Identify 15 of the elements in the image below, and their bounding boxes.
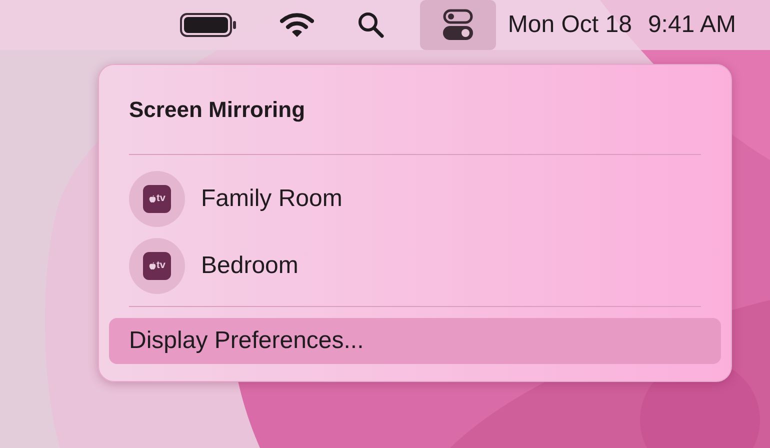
apple-icon xyxy=(148,195,156,203)
tv-badge: tv xyxy=(143,252,171,280)
panel-title: Screen Mirroring xyxy=(129,96,306,123)
menu-bar-date[interactable]: Mon Oct 18 xyxy=(508,7,632,43)
device-name[interactable]: Family Room xyxy=(201,181,342,217)
display-preferences-item[interactable]: Display Preferences... xyxy=(109,318,721,364)
apple-icon xyxy=(148,262,156,270)
toggles-icon xyxy=(442,9,473,41)
wifi-icon xyxy=(280,12,314,38)
menu-bar-clock[interactable]: 9:41 AM xyxy=(648,7,736,43)
device-name[interactable]: Bedroom xyxy=(201,248,298,284)
search-icon xyxy=(356,11,385,39)
battery-icon xyxy=(180,13,238,37)
tv-badge: tv xyxy=(143,185,171,213)
menu-bar-item[interactable] xyxy=(420,0,496,50)
